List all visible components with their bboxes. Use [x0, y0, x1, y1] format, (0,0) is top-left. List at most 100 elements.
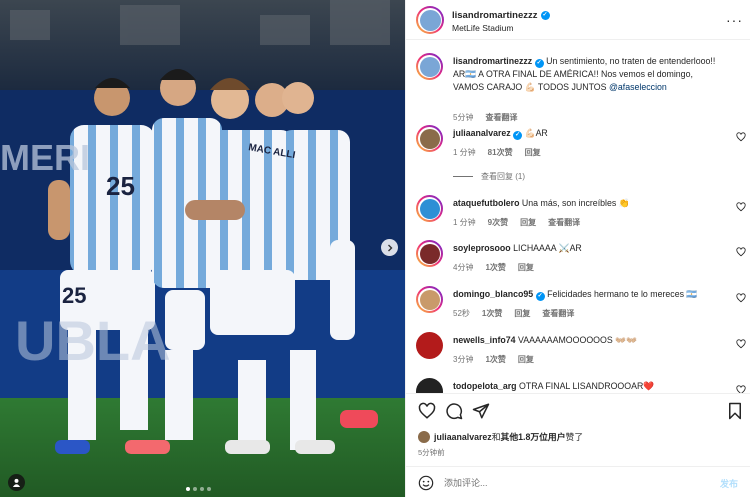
comment-like-button[interactable] [736, 339, 746, 352]
comment-reply-button[interactable]: 回复 [520, 217, 536, 228]
comment-username[interactable]: ataquefutbolero [453, 198, 519, 208]
comment-time: 4分钟 [453, 263, 474, 272]
comment-avatar[interactable] [416, 125, 443, 152]
comment-likes[interactable]: 9次赞 [488, 217, 508, 228]
comment-avatar[interactable] [416, 286, 443, 313]
post-timestamp[interactable]: 5分钟前 [418, 447, 445, 458]
post-comment-button[interactable]: 发布 [720, 477, 738, 490]
like-heart-icon[interactable] [418, 402, 436, 420]
comment-avatar[interactable] [416, 195, 443, 222]
carousel-dot [193, 487, 197, 491]
comment-username[interactable]: todopelota_arg [453, 381, 517, 391]
comment-time: 3分钟 [453, 355, 474, 364]
comment-username[interactable]: juliaanalvarez [453, 128, 511, 138]
comment-likes[interactable]: 81次赞 [488, 147, 513, 158]
emoji-icon[interactable] [418, 475, 434, 491]
comment-body: VAAAAAAMOOOOOOS 👐🏼👐🏼 [518, 335, 638, 345]
likes-connector: 和 [491, 432, 501, 442]
user-icon [12, 478, 21, 487]
comment-reply-button[interactable]: 回复 [518, 262, 534, 273]
comment-username[interactable]: soyleprosooo [453, 243, 511, 253]
caption-translate-link[interactable]: 查看翻译 [485, 112, 517, 123]
view-replies-label: 查看回复 (1) [481, 172, 525, 181]
heart-icon [736, 247, 746, 257]
comment-text: domingo_blanco95 ✓ Felicidades hermano t… [453, 288, 721, 301]
caption-username[interactable]: lisandromartinezzz [453, 56, 532, 66]
comment-meta: 3分钟 1次赞 回复 [453, 354, 534, 365]
post-header: lisandromartinezzz ✓ MetLife Stadium ··· [406, 0, 750, 40]
comment-avatar[interactable] [416, 332, 443, 359]
comment-time: 1 分钟 [453, 218, 476, 227]
comment-time: 1 分钟 [453, 148, 476, 157]
heart-icon [736, 293, 746, 303]
comment-like-button[interactable] [736, 293, 746, 306]
likes-summary[interactable]: juliaanalvarez 和 其他1.8万位用户 赞了 [418, 430, 583, 443]
comment-username[interactable]: domingo_blanco95 [453, 289, 533, 299]
verified-badge-icon: ✓ [540, 11, 550, 20]
share-send-icon[interactable] [472, 402, 490, 420]
liker-avatar [418, 430, 430, 443]
view-replies-button[interactable]: 查看回复 (1) [453, 171, 525, 182]
likes-suffix: 赞了 [565, 432, 584, 442]
carousel-dots [186, 487, 211, 491]
celebration-photo: 25 25 MAC ALLI MERI UBLA [0, 0, 405, 497]
comment-likes[interactable]: 1次赞 [485, 354, 505, 365]
caption-meta: 5分钟 查看翻译 [453, 112, 517, 123]
replies-line [453, 176, 473, 177]
board-text-left: MERI [0, 137, 90, 178]
next-photo-button[interactable] [381, 239, 398, 256]
more-options-button[interactable]: ··· [726, 12, 743, 28]
comment-like-button[interactable] [736, 202, 746, 215]
comment-body: Felicidades hermano te lo mereces 🇦🇷 [547, 289, 698, 299]
comment-reply-button[interactable]: 回复 [514, 308, 530, 319]
comment-avatar[interactable] [416, 378, 443, 393]
caption-mention-link[interactable]: @afaseleccion [609, 82, 667, 92]
heart-icon [736, 385, 746, 393]
comment-like-button[interactable] [736, 247, 746, 260]
comment-likes[interactable]: 1次赞 [485, 262, 505, 273]
post-location[interactable]: MetLife Stadium [452, 23, 513, 33]
heart-icon [736, 339, 746, 349]
comment-likes[interactable]: 1次赞 [482, 308, 502, 319]
comments-list[interactable]: lisandromartinezzz ✓ Un sentimiento, no … [406, 41, 750, 393]
comment-body: 💪🏻AR [524, 128, 548, 138]
shorts-number: 25 [62, 283, 86, 308]
author-username[interactable]: lisandromartinezzz [452, 10, 538, 21]
comment-text: todopelota_arg OTRA FINAL LISANDROOOAR❤️ [453, 380, 721, 393]
liker-username[interactable]: juliaanalvarez [434, 432, 492, 442]
comment-reply-button[interactable]: 回复 [525, 147, 541, 158]
comment-body: LICHAAAA ⚔️AR [513, 243, 582, 253]
add-comment-bar: 发布 [406, 466, 750, 497]
jersey-number: 25 [106, 171, 135, 201]
save-bookmark-icon[interactable] [726, 402, 744, 420]
comment-meta: 52秒 1次赞 回复 查看翻译 [453, 308, 574, 319]
verified-badge-icon: ✓ [513, 131, 523, 140]
comment-translate-link[interactable]: 查看翻译 [542, 308, 574, 319]
comment-time: 52秒 [453, 309, 470, 318]
author-username-row: lisandromartinezzz ✓ [452, 10, 550, 21]
comment-like-button[interactable] [736, 132, 746, 145]
author-avatar[interactable] [416, 6, 444, 34]
comment-translate-link[interactable]: 查看翻译 [548, 217, 580, 228]
comment-bubble-icon[interactable] [445, 402, 463, 420]
add-comment-input[interactable] [444, 473, 704, 493]
chevron-right-icon [387, 244, 392, 251]
post-photo[interactable]: 25 25 MAC ALLI MERI UBLA [0, 0, 405, 497]
tagged-users-button[interactable] [8, 474, 25, 491]
caption-text: lisandromartinezzz ✓ Un sentimiento, no … [453, 55, 721, 93]
comment-text: soyleprosooo LICHAAAA ⚔️AR [453, 242, 721, 255]
comment-avatar[interactable] [416, 240, 443, 267]
comment-reply-button[interactable]: 回复 [518, 354, 534, 365]
comment-username[interactable]: newells_info74 [453, 335, 516, 345]
comment-text: juliaanalvarez ✓ 💪🏻AR [453, 127, 721, 140]
comment-body: OTRA FINAL LISANDROOOAR❤️ [519, 381, 655, 391]
comment-body: Una más, son increíbles 👏 [521, 198, 630, 208]
likes-others[interactable]: 其他1.8万位用户 [501, 430, 566, 443]
caption-avatar[interactable] [416, 53, 443, 80]
caption-time: 5分钟 [453, 113, 474, 122]
verified-badge-icon: ✓ [534, 59, 544, 68]
comment-like-button[interactable] [736, 385, 746, 393]
heart-icon [736, 202, 746, 212]
comment-meta: 1 分钟 81次赞 回复 [453, 147, 541, 158]
carousel-dot [207, 487, 211, 491]
